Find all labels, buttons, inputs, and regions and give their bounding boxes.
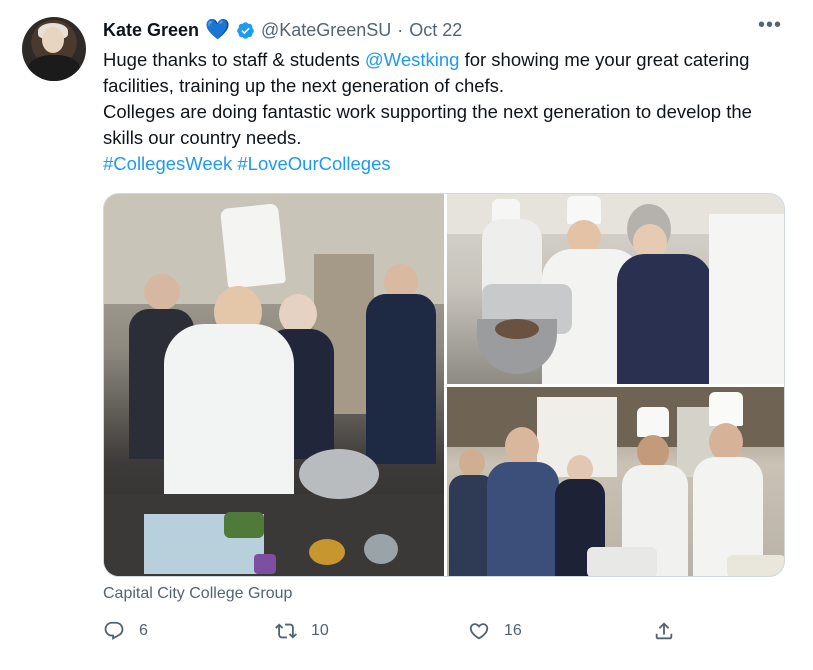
tweet-date[interactable]: Oct 22 <box>409 20 462 41</box>
tweet-header: Kate Green 💙 @KateGreenSU · Oct 22 <box>103 18 462 42</box>
photo-student-chef[interactable] <box>104 194 444 576</box>
tweet[interactable]: Kate Green 💙 @KateGreenSU · Oct 22 ••• H… <box>0 0 813 670</box>
photo-mixer-demo[interactable] <box>447 194 784 384</box>
like-count: 16 <box>504 622 522 639</box>
like-icon <box>469 623 489 640</box>
action-bar: 6 10 16 <box>103 620 703 650</box>
text-line2: Colleges are doing fantastic work suppor… <box>103 101 752 148</box>
media-source[interactable]: Capital City College Group <box>103 585 292 603</box>
author-name[interactable]: Kate Green <box>103 20 199 41</box>
separator-dot: · <box>397 19 404 40</box>
reply-count: 6 <box>139 622 148 639</box>
reply-icon <box>104 621 124 640</box>
like-button[interactable]: 16 <box>468 620 522 642</box>
mention-link[interactable]: @Westking <box>365 49 460 70</box>
heart-emoji-icon: 💙 <box>205 19 230 41</box>
avatar[interactable] <box>22 17 86 81</box>
text-line1-pre: Huge thanks to staff & students <box>103 49 365 70</box>
more-icon[interactable]: ••• <box>758 14 782 37</box>
verified-badge-icon <box>237 21 254 39</box>
retweet-button[interactable]: 10 <box>275 620 329 642</box>
reply-button[interactable]: 6 <box>103 620 148 642</box>
photo-group-visit[interactable] <box>447 387 784 576</box>
share-button[interactable] <box>653 620 675 642</box>
hashtag-love-our-colleges[interactable]: #LoveOurColleges <box>237 153 390 174</box>
author-handle[interactable]: @KateGreenSU <box>261 20 391 41</box>
share-icon <box>655 622 673 640</box>
retweet-icon <box>275 623 297 639</box>
media-grid <box>103 193 785 577</box>
hashtag-colleges-week[interactable]: #CollegesWeek <box>103 153 232 174</box>
tweet-text: Huge thanks to staff & students @Westkin… <box>103 47 793 177</box>
retweet-count: 10 <box>311 622 329 639</box>
